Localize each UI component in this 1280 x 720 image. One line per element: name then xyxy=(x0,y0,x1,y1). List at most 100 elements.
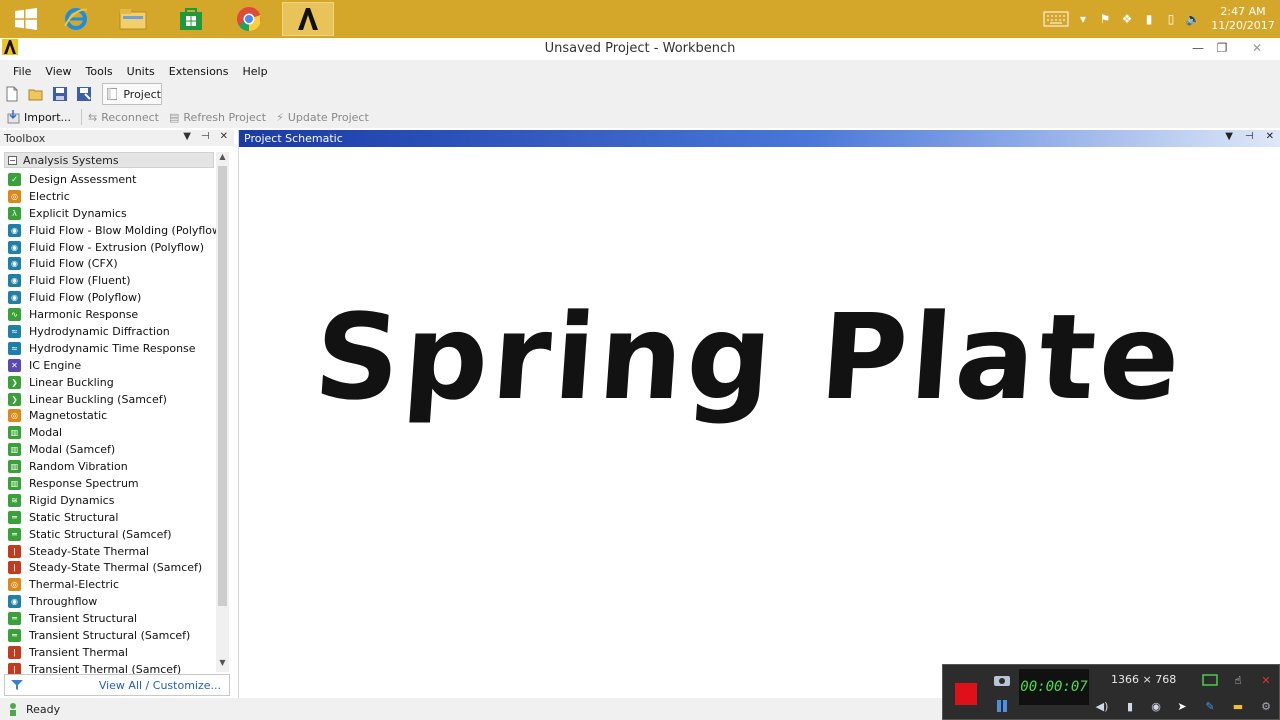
schematic-pin-icon[interactable]: ⊣ xyxy=(1245,131,1254,142)
analysis-systems-group[interactable]: − Analysis Systems xyxy=(4,152,214,168)
toolbox-item[interactable]: ✕ IC Engine xyxy=(8,357,214,374)
cursor-icon[interactable]: ➤ xyxy=(1173,697,1191,715)
analysis-system-icon: ◉ xyxy=(8,274,21,288)
stop-recording-button[interactable] xyxy=(955,683,977,705)
toolbox-item[interactable]: ◎ Electric xyxy=(8,188,214,205)
close-button[interactable]: ✕ xyxy=(1245,39,1269,57)
view-all-customize-link[interactable]: View All / Customize... xyxy=(99,679,221,692)
toolbox-item[interactable]: ═ Static Structural xyxy=(8,509,214,526)
project-schematic-panel[interactable]: Project Schematic ▼ ⊣ ✕ Spring Plate xyxy=(238,130,1280,698)
chrome-icon[interactable] xyxy=(223,2,275,36)
volume-icon[interactable]: 🔈 xyxy=(1182,8,1204,30)
power-icon[interactable]: ▯ xyxy=(1160,8,1182,30)
toolbox-item-label: Linear Buckling xyxy=(29,375,114,389)
toolbox-item[interactable]: λ Explicit Dynamics xyxy=(8,205,214,222)
analysis-system-icon: ═ xyxy=(8,628,21,642)
ie-icon[interactable] xyxy=(50,2,102,36)
toolbox-item[interactable]: ǀ Steady-State Thermal (Samcef) xyxy=(8,559,214,576)
tab-project[interactable]: Project xyxy=(102,83,162,105)
menu-tools[interactable]: Tools xyxy=(79,65,120,78)
toolbox-item[interactable]: ◉ Fluid Flow - Blow Molding (Polyflow) xyxy=(8,222,225,239)
toolbox-item[interactable]: ◉ Fluid Flow - Extrusion (Polyflow) xyxy=(8,239,214,256)
toolbox-item[interactable]: ▥ Response Spectrum xyxy=(8,475,214,492)
refresh-project-button[interactable]: ▤ Refresh Project xyxy=(169,111,266,124)
toolbox-item[interactable]: ◉ Fluid Flow (Polyflow) xyxy=(8,289,214,306)
menu-extensions[interactable]: Extensions xyxy=(162,65,236,78)
region-select-icon[interactable] xyxy=(1201,671,1219,689)
toolbox-item[interactable]: ▥ Modal xyxy=(8,424,214,441)
toolbox-item[interactable]: ≈ Hydrodynamic Time Response xyxy=(8,340,214,357)
microphone-icon[interactable]: ▮ xyxy=(1121,697,1139,715)
toolbox-item[interactable]: ǀ Steady-State Thermal xyxy=(8,543,214,560)
toolbox-item[interactable]: ◎ Thermal-Electric xyxy=(8,576,214,593)
ansys-icon[interactable] xyxy=(282,2,334,36)
folder-output-icon[interactable]: ▬ xyxy=(1229,697,1247,715)
webcam-icon[interactable]: ◉ xyxy=(1147,697,1165,715)
toolbox-item[interactable]: ≈ Hydrodynamic Diffraction xyxy=(8,323,214,340)
scroll-down-icon[interactable]: ▼ xyxy=(216,658,229,670)
scroll-thumb[interactable] xyxy=(218,166,227,606)
toolbox-item[interactable]: ❯ Linear Buckling (Samcef) xyxy=(8,391,214,408)
close-panel-icon[interactable]: ✕ xyxy=(220,131,228,142)
update-project-button[interactable]: ⚡ Update Project xyxy=(276,111,369,124)
store-icon[interactable] xyxy=(165,2,217,36)
keyboard-icon[interactable] xyxy=(1040,8,1072,30)
tab-project-label: Project xyxy=(123,87,161,101)
pen-icon[interactable]: ✎ xyxy=(1201,697,1219,715)
filter-icon[interactable] xyxy=(11,679,23,691)
dropbox-icon[interactable]: ❖ xyxy=(1116,8,1138,30)
toolbox-item[interactable]: ═ Transient Structural (Samcef) xyxy=(8,627,214,644)
hand-cursor-icon[interactable]: ☝ xyxy=(1229,671,1247,689)
camera-icon[interactable] xyxy=(993,671,1011,689)
refresh-label: Refresh Project xyxy=(183,110,267,124)
toolbox-item[interactable]: ǀ Transient Thermal xyxy=(8,644,214,661)
toolbox-item[interactable]: ∿ Harmonic Response xyxy=(8,306,214,323)
toolbox-item-label: Transient Structural (Samcef) xyxy=(29,628,191,642)
close-recorder-icon[interactable]: ✕ xyxy=(1257,671,1275,689)
toolbox-item[interactable]: ≋ Rigid Dynamics xyxy=(8,492,214,509)
toolbox-header: Toolbox ▼ ⊣ ✕ xyxy=(0,130,234,146)
collapse-icon[interactable]: − xyxy=(8,155,17,165)
restore-button[interactable]: ❐ xyxy=(1210,39,1234,57)
toolbox-item[interactable]: ❯ Linear Buckling xyxy=(8,374,214,391)
flag-icon[interactable]: ⚑ xyxy=(1094,8,1116,30)
toolbox-item[interactable]: ◉ Fluid Flow (CFX) xyxy=(8,255,214,272)
toolbox-item[interactable]: ═ Static Structural (Samcef) xyxy=(8,526,214,543)
menu-units[interactable]: Units xyxy=(120,65,162,78)
chevron-up-icon[interactable]: ▾ xyxy=(1072,8,1094,30)
schematic-menu-icon[interactable]: ▼ xyxy=(1225,131,1233,142)
minimize-button[interactable]: — xyxy=(1186,39,1210,57)
toolbox-item[interactable]: ▥ Random Vibration xyxy=(8,458,214,475)
new-file-icon[interactable] xyxy=(2,84,22,104)
menu-view[interactable]: View xyxy=(38,65,78,78)
menu-file[interactable]: File xyxy=(6,65,38,78)
toolbox-item[interactable]: ▥ Modal (Samcef) xyxy=(8,441,214,458)
settings-gear-icon[interactable]: ⚙ xyxy=(1257,697,1275,715)
toolbox-item[interactable]: ◎ Magnetostatic xyxy=(8,407,214,424)
analysis-system-icon: ǀ xyxy=(8,645,21,659)
open-folder-icon[interactable] xyxy=(26,84,46,104)
speaker-icon[interactable]: ◀) xyxy=(1093,697,1111,715)
panel-menu-icon[interactable]: ▼ xyxy=(183,131,191,142)
folder-icon[interactable] xyxy=(107,2,159,36)
system-clock[interactable]: 2:47 AM 11/20/2017 xyxy=(1210,5,1276,33)
pin-icon[interactable]: ⊣ xyxy=(201,131,210,142)
status-indicator-icon xyxy=(10,703,16,716)
import-button[interactable]: Import... xyxy=(6,110,71,124)
windows-logo-icon[interactable] xyxy=(0,2,52,36)
scroll-up-icon[interactable]: ▲ xyxy=(216,152,229,164)
schematic-close-icon[interactable]: ✕ xyxy=(1266,131,1274,142)
save-as-icon[interactable] xyxy=(74,84,94,104)
menu-help[interactable]: Help xyxy=(236,65,275,78)
network-icon[interactable]: ▮ xyxy=(1138,8,1160,30)
toolbox-item[interactable]: ◉ Throughflow xyxy=(8,593,214,610)
toolbox-scrollbar[interactable]: ▲ ▼ xyxy=(216,152,229,672)
reconnect-button[interactable]: ⇆ Reconnect xyxy=(88,111,159,124)
clock-time: 2:47 AM xyxy=(1220,5,1266,18)
toolbox-item[interactable]: ═ Transient Structural xyxy=(8,610,214,627)
toolbox-item[interactable]: ✓ Design Assessment xyxy=(8,171,214,188)
analysis-system-icon: ═ xyxy=(8,527,21,541)
save-icon[interactable] xyxy=(50,84,70,104)
toolbox-item[interactable]: ◉ Fluid Flow (Fluent) xyxy=(8,272,214,289)
pause-icon[interactable] xyxy=(993,697,1011,715)
